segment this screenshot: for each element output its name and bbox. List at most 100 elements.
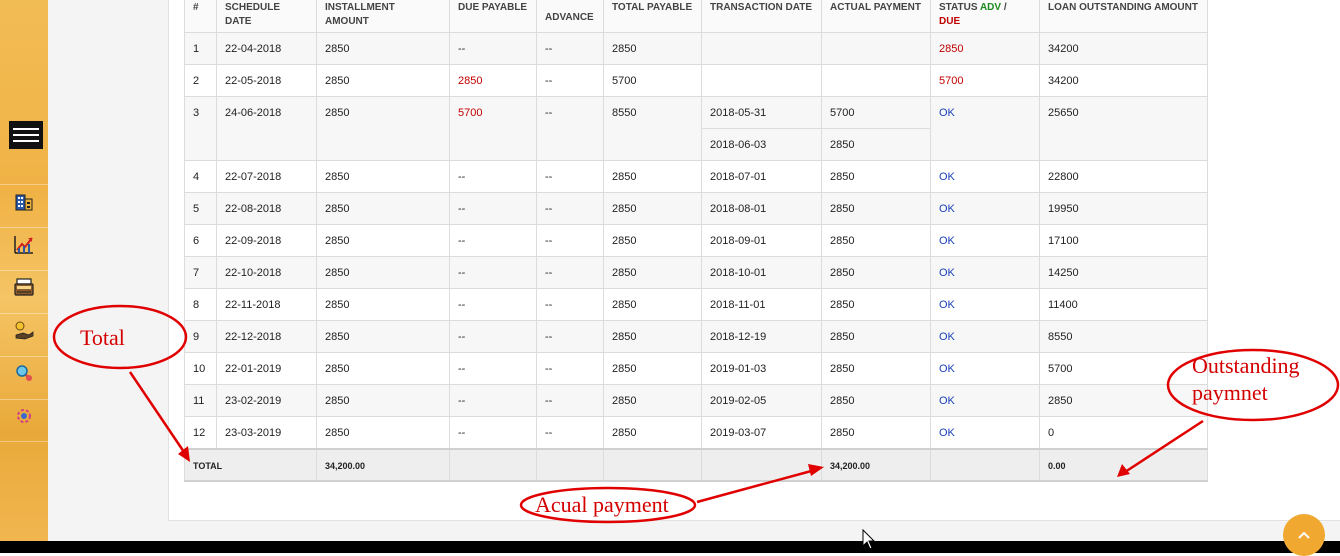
cell-loan-outstanding: 8550 — [1039, 320, 1208, 353]
cell-total-payable: 2850 — [603, 160, 702, 193]
cell-schedule-date: 23-02-2019 — [216, 384, 317, 417]
totals-empty — [449, 447, 537, 482]
cell-loan-outstanding: 0 — [1039, 416, 1208, 449]
sidebar-item-hand-coin[interactable] — [0, 313, 48, 346]
cell-total-payable: 2850 — [603, 384, 702, 417]
cell-actual-payment: 5700 — [821, 96, 931, 129]
cell-due-payable: -- — [449, 224, 537, 257]
cell-row-number: 8 — [184, 288, 217, 321]
cell-transaction-date: 2018-12-19 — [701, 320, 822, 353]
cell-loan-outstanding: 5700 — [1039, 352, 1208, 385]
chart-growth-icon — [14, 236, 33, 254]
sidebar-item-cash[interactable] — [0, 270, 48, 303]
cell-due-payable: 2850 — [449, 64, 537, 97]
cell-due-payable: -- — [449, 192, 537, 225]
totals-label: TOTAL — [184, 447, 317, 482]
cell-transaction-date: 2019-01-03 — [701, 352, 822, 385]
search-gear-icon — [16, 365, 32, 381]
table-body: 1 22-04-2018 2850 -- -- 2850 2850 34200 2 22-05-2… — [184, 32, 1208, 449]
cell-installment: 2850 — [316, 320, 450, 353]
cell-advance: -- — [536, 64, 604, 97]
cell-transaction-date: 2018-11-01 — [701, 288, 822, 321]
totals-outstanding: 0.00 — [1039, 447, 1208, 482]
cell-schedule-date: 22-04-2018 — [216, 32, 317, 65]
outstanding-annotation-text: Outstanding paymnet — [1192, 352, 1300, 406]
cell-actual-payment: 2850 — [821, 288, 931, 321]
sidebar-item-growth[interactable] — [0, 227, 48, 260]
bottom-bar — [0, 541, 1340, 553]
col-header-advance: ADVANCE — [536, 0, 604, 33]
col-header-installment-amount: INSTALLMENT AMOUNT — [316, 0, 450, 33]
cell-installment: 2850 — [316, 192, 450, 225]
cell-advance: -- — [536, 288, 604, 321]
cell-advance: -- — [536, 160, 604, 193]
cell-advance: -- — [536, 352, 604, 385]
cell-loan-outstanding: 22800 — [1039, 160, 1208, 193]
col-header-transaction-date: TRANSACTION DATE — [701, 0, 822, 33]
sidebar-item-search-gear[interactable] — [0, 356, 48, 389]
cell-total-payable: 2850 — [603, 288, 702, 321]
cell-loan-outstanding: 25650 — [1039, 96, 1208, 161]
table-row: 7 22-10-2018 2850 -- -- 2850 2018-10-01 2850 OK 1… — [184, 256, 1208, 289]
cell-transaction-date: 2018-06-03 — [701, 128, 822, 161]
sidebar-item-settings[interactable] — [0, 399, 48, 432]
cell-row-number: 4 — [184, 160, 217, 193]
cell-status: 5700 — [930, 64, 1040, 97]
cell-total-payable: 2850 — [603, 320, 702, 353]
cell-status: OK — [930, 384, 1040, 417]
cell-status: OK — [930, 288, 1040, 321]
table-header-row: # SCHEDULE DATE INSTALLMENT AMOUNT DUE P… — [184, 0, 1208, 33]
cell-installment: 2850 — [316, 256, 450, 289]
cell-advance: -- — [536, 320, 604, 353]
cell-schedule-date: 22-09-2018 — [216, 224, 317, 257]
status-header-adv: ADV — [979, 2, 1002, 13]
col-header-total-payable: TOTAL PAYABLE — [603, 0, 702, 33]
mouse-cursor-icon — [862, 529, 876, 550]
cell-due-payable: -- — [449, 384, 537, 417]
cell-loan-outstanding: 11400 — [1039, 288, 1208, 321]
cell-transaction-date: 2018-07-01 — [701, 160, 822, 193]
outstanding-annotation-line2: paymnet — [1192, 380, 1268, 405]
settings-flower-icon — [17, 409, 31, 423]
cell-transaction-date: 2018-10-01 — [701, 256, 822, 289]
cell-status: OK — [930, 96, 1040, 161]
cell-transaction-date: 2018-05-31 — [701, 96, 822, 129]
cell-loan-outstanding: 2850 — [1039, 384, 1208, 417]
total-annotation-text: Total — [80, 325, 125, 350]
cell-due-payable: -- — [449, 160, 537, 193]
cell-status: OK — [930, 160, 1040, 193]
cell-row-number: 9 — [184, 320, 217, 353]
cell-schedule-date: 22-01-2019 — [216, 352, 317, 385]
cell-row-number: 10 — [184, 352, 217, 385]
table-row: 8 22-11-2018 2850 -- -- 2850 2018-11-01 2850 OK 1… — [184, 288, 1208, 321]
cell-schedule-date: 22-08-2018 — [216, 192, 317, 225]
cell-advance: -- — [536, 224, 604, 257]
cash-register-icon — [14, 278, 34, 296]
cell-status: OK — [930, 320, 1040, 353]
cell-installment: 2850 — [316, 32, 450, 65]
cell-due-payable: -- — [449, 352, 537, 385]
cell-loan-outstanding: 34200 — [1039, 32, 1208, 65]
cell-actual-payment: 2850 — [821, 320, 931, 353]
building-icon — [15, 194, 33, 211]
cell-transaction-date — [701, 64, 822, 97]
col-header-loan-outstanding: LOAN OUTSTANDING AMOUNT — [1039, 0, 1208, 33]
cell-advance: -- — [536, 96, 604, 161]
hamburger-menu-icon[interactable] — [9, 121, 43, 149]
cell-row-number: 2 — [184, 64, 217, 97]
cell-transaction-date: 2018-08-01 — [701, 192, 822, 225]
cell-row-number: 1 — [184, 32, 217, 65]
table-row: 11 23-02-2019 2850 -- -- 2850 2019-02-05 2850 OK… — [184, 384, 1208, 417]
cell-total-payable: 2850 — [603, 224, 702, 257]
scroll-to-top-button[interactable] — [1283, 514, 1325, 556]
cell-actual-payment: 2850 — [821, 352, 931, 385]
table-row: 2 22-05-2018 2850 2850 -- 5700 5700 34200 — [184, 64, 1208, 97]
cell-due-payable: -- — [449, 256, 537, 289]
cell-loan-outstanding: 19950 — [1039, 192, 1208, 225]
sidebar-item-building[interactable] — [0, 184, 48, 217]
cell-transaction-date: 2018-09-01 — [701, 224, 822, 257]
cell-actual-payment — [821, 32, 931, 65]
cell-schedule-date: 22-10-2018 — [216, 256, 317, 289]
status-header-sep: / — [1003, 2, 1007, 13]
cell-total-payable: 2850 — [603, 192, 702, 225]
